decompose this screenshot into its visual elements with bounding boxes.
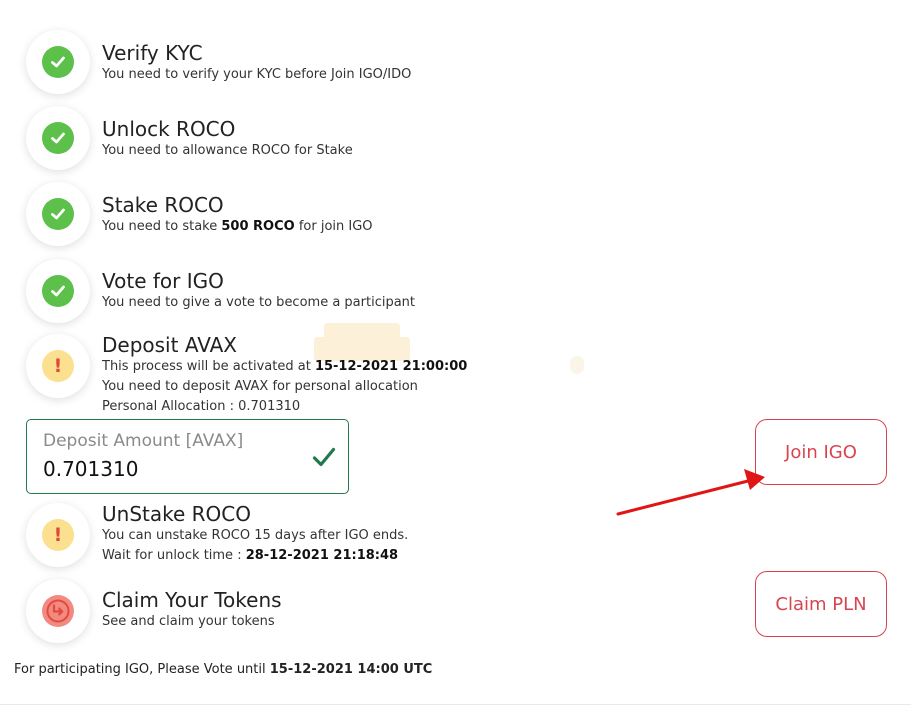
- description-text: You need to stake: [102, 219, 222, 234]
- unlock-date: 28-12-2021 21:18:48: [245, 548, 399, 563]
- claim-pln-button[interactable]: Claim PLN: [755, 571, 887, 637]
- step-title: Unlock ROCO: [102, 117, 236, 141]
- divider: [0, 704, 911, 705]
- deposit-amount-label: Deposit Amount [AVAX]: [43, 431, 244, 451]
- step-status-circle: [26, 259, 90, 323]
- personal-allocation: Personal Allocation : 0.701310: [102, 399, 301, 414]
- step-status-circle: !: [26, 334, 90, 398]
- step-description: You need to allowance ROCO for Stake: [102, 143, 353, 158]
- join-igo-button[interactable]: Join IGO: [755, 419, 887, 485]
- step-description: You need to deposit AVAX for personal al…: [102, 379, 418, 394]
- step-unlock-roco: Unlock ROCO You need to allowance ROCO f…: [102, 117, 353, 161]
- step-description: See and claim your tokens: [102, 614, 275, 629]
- check-icon: [42, 122, 74, 154]
- step-description: You need to stake 500 ROCO for join IGO: [102, 217, 373, 237]
- step-title: Verify KYC: [102, 41, 203, 65]
- exclamation-icon: !: [42, 350, 74, 382]
- deposit-amount-field[interactable]: Deposit Amount [AVAX] 0.701310: [26, 419, 349, 494]
- step-title: UnStake ROCO: [102, 502, 251, 526]
- step-status-circle: [26, 30, 90, 94]
- check-icon: [42, 46, 74, 78]
- step-status-circle: [26, 182, 90, 246]
- description-text: This process will be activated at: [102, 359, 315, 374]
- activation-notice: This process will be activated at 15-12-…: [102, 357, 467, 377]
- step-stake-roco: Stake ROCO You need to stake 500 ROCO fo…: [102, 193, 373, 237]
- stake-amount: 500 ROCO: [221, 219, 295, 234]
- step-title: Claim Your Tokens: [102, 588, 282, 612]
- check-icon: [42, 198, 74, 230]
- return-arrow-icon: [42, 595, 74, 627]
- step-title: Vote for IGO: [102, 269, 224, 293]
- deposit-amount-value[interactable]: 0.701310: [43, 457, 138, 481]
- step-claim-tokens: Claim Your Tokens See and claim your tok…: [102, 588, 282, 632]
- step-description: You need to verify your KYC before Join …: [102, 67, 412, 82]
- step-status-circle: [26, 579, 90, 643]
- step-deposit-avax: Deposit AVAX This process will be activa…: [102, 333, 467, 417]
- vote-deadline-date: 15-12-2021 14:00 UTC: [269, 662, 433, 677]
- step-description: You need to give a vote to become a part…: [102, 295, 416, 310]
- step-title: Deposit AVAX: [102, 333, 237, 357]
- step-status-circle: [26, 106, 90, 170]
- unlock-time: Wait for unlock time : 28-12-2021 21:18:…: [102, 546, 408, 566]
- notice-text: For participating IGO, Please Vote until: [14, 662, 270, 677]
- exclamation-icon: !: [42, 519, 74, 551]
- vote-deadline-notice: For participating IGO, Please Vote until…: [14, 662, 432, 677]
- decorative-mark: [570, 356, 584, 374]
- check-icon: [42, 275, 74, 307]
- step-status-circle: !: [26, 503, 90, 567]
- check-icon: [312, 446, 336, 472]
- step-description: You can unstake ROCO 15 days after IGO e…: [102, 528, 409, 543]
- step-title: Stake ROCO: [102, 193, 224, 217]
- description-text: for join IGO: [294, 219, 373, 234]
- step-unstake-roco: UnStake ROCO You can unstake ROCO 15 day…: [102, 502, 408, 566]
- step-vote-igo: Vote for IGO You need to give a vote to …: [102, 269, 415, 313]
- activation-date: 15-12-2021 21:00:00: [314, 359, 468, 374]
- description-text: Wait for unlock time :: [102, 548, 246, 563]
- step-verify-kyc: Verify KYC You need to verify your KYC b…: [102, 41, 411, 85]
